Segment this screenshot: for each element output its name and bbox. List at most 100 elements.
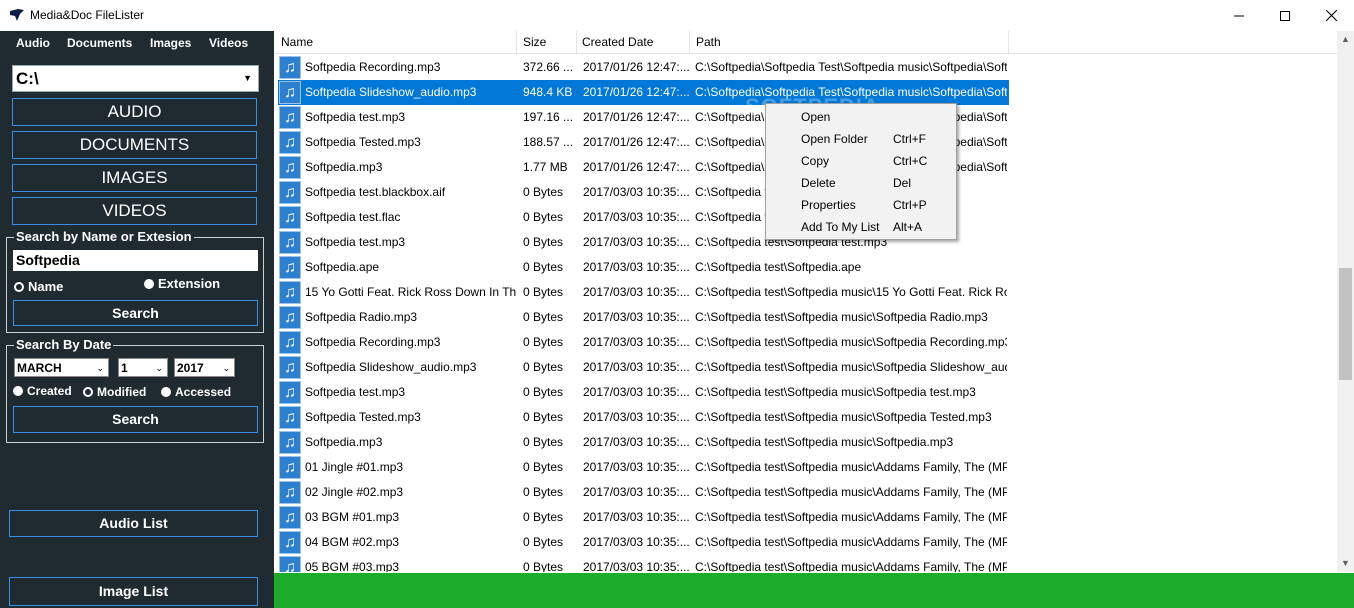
audio-button[interactable]: AUDIO [12, 98, 257, 126]
context-menu-item[interactable]: Copy Ctrl+C [767, 150, 955, 172]
year-value: 2017 [177, 361, 204, 375]
cell-size: 0 Bytes [523, 260, 564, 274]
music-file-icon: ♫ [279, 281, 301, 304]
cell-size: 197.16 ... [523, 110, 574, 124]
radio-name[interactable]: Name [14, 279, 63, 294]
radio-extension[interactable]: Extension [144, 276, 220, 291]
maximize-button[interactable] [1262, 0, 1308, 31]
music-file-icon: ♫ [279, 556, 301, 572]
cell-name: Softpedia test.mp3 [305, 235, 406, 249]
context-menu-item[interactable]: Delete Del [767, 172, 955, 194]
documents-button[interactable]: DOCUMENTS [12, 131, 257, 159]
audio-list-button[interactable]: Audio List [9, 510, 258, 537]
radio-circle-icon [161, 387, 171, 397]
table-row[interactable]: ♫ Softpedia.ape 0 Bytes 2017/03/03 10:35:..… [278, 255, 1009, 280]
search-name-button[interactable]: Search [13, 300, 258, 326]
year-select[interactable]: 2017 ⌄ [174, 358, 235, 377]
context-menu-item[interactable]: Add To My List Alt+A [767, 216, 955, 238]
status-bar [274, 573, 1354, 608]
table-row[interactable]: ♫ Softpedia Slideshow_audio.mp3 948.4 KB 20… [278, 80, 1009, 105]
table-row[interactable]: ♫ Softpedia Slideshow_audio.mp3 0 Bytes 201… [278, 355, 1009, 380]
table-row[interactable]: ♫ Softpedia Radio.mp3 0 Bytes 2017/03/03 10… [278, 305, 1009, 330]
table-row[interactable]: ♫ Softpedia Tested.mp3 0 Bytes 2017/03/03 1… [278, 405, 1009, 430]
menu-documents[interactable]: Documents [67, 36, 132, 50]
radio-accessed[interactable]: Accessed [161, 385, 231, 399]
table-row[interactable]: ♫ Softpedia.mp3 0 Bytes 2017/03/03 10:35:..… [278, 430, 1009, 455]
music-file-icon: ♫ [279, 131, 301, 154]
image-list-button[interactable]: Image List [9, 577, 258, 606]
cell-name: Softpedia test.mp3 [305, 385, 406, 399]
column-divider[interactable] [1008, 31, 1009, 54]
context-menu-item[interactable]: Properties Ctrl+P [767, 194, 955, 216]
table-row[interactable]: ♫ Softpedia Recording.mp3 372.66 ... 2017/0… [278, 55, 1009, 80]
radio-circle-icon [83, 387, 93, 397]
column-header-created[interactable]: Created Date [582, 35, 653, 49]
table-row[interactable]: ♫ Softpedia test.mp3 0 Bytes 2017/03/03 10:… [278, 380, 1009, 405]
menu-images[interactable]: Images [150, 36, 191, 50]
images-button[interactable]: IMAGES [12, 164, 257, 192]
cell-name: 05 BGM #03.mp3 [305, 560, 400, 572]
cell-created-date: 2017/03/03 10:35:... [583, 335, 690, 349]
cell-name: Softpedia test.flac [305, 210, 401, 224]
cell-size: 0 Bytes [523, 310, 564, 324]
search-date-button[interactable]: Search [13, 406, 258, 433]
drive-select[interactable]: C:\ ▼ [12, 65, 259, 92]
app-logo-icon [10, 9, 24, 21]
radio-modified-label: Modified [97, 385, 147, 399]
music-file-icon: ♫ [279, 481, 301, 504]
table-row[interactable]: ♫ Softpedia Recording.mp3 0 Bytes 2017/03/0… [278, 330, 1009, 355]
cell-size: 0 Bytes [523, 210, 564, 224]
table-row[interactable]: ♫ 05 BGM #03.mp3 0 Bytes 2017/03/03 10:35:.… [278, 555, 1009, 572]
radio-created[interactable]: Created [13, 384, 72, 398]
music-file-icon: ♫ [279, 406, 301, 429]
search-name-input[interactable]: Softpedia [13, 250, 258, 271]
cell-created-date: 2017/01/26 12:47:... [583, 160, 690, 174]
vertical-scrollbar[interactable]: ▲ ▼ [1337, 31, 1354, 572]
column-header-name[interactable]: Name [281, 35, 313, 49]
scroll-up-icon[interactable]: ▲ [1341, 34, 1350, 44]
column-header-size[interactable]: Size [523, 35, 546, 49]
table-row[interactable]: ♫ 04 BGM #02.mp3 0 Bytes 2017/03/03 10:35:.… [278, 530, 1009, 555]
title-bar: Media&Doc FileLister [0, 0, 1354, 31]
table-header: Name Size Created Date Path [274, 31, 1337, 54]
cell-size: 0 Bytes [523, 285, 564, 299]
videos-button[interactable]: VIDEOS [12, 197, 257, 225]
radio-modified[interactable]: Modified [83, 385, 146, 399]
cell-name: 15 Yo Gotti Feat. Rick Ross Down In Th..… [305, 285, 517, 299]
cell-name: Softpedia.mp3 [305, 435, 383, 449]
context-menu: Open Open Folder Ctrl+F Copy Ctrl+C Delete Del… [765, 103, 957, 240]
close-button[interactable] [1308, 0, 1354, 31]
context-menu-item[interactable]: Open Folder Ctrl+F [767, 128, 955, 150]
music-file-icon: ♫ [279, 106, 301, 129]
column-divider[interactable] [516, 31, 517, 54]
cell-path: C:\Softpedia test\Softpedia music\Addams… [695, 485, 1007, 499]
cell-name: Softpedia Recording.mp3 [305, 60, 441, 74]
cell-created-date: 2017/03/03 10:35:... [583, 360, 690, 374]
cell-name: Softpedia.mp3 [305, 160, 383, 174]
menu-item-label: Add To My List [801, 220, 880, 234]
cell-name: 03 BGM #01.mp3 [305, 510, 400, 524]
cell-created-date: 2017/03/03 10:35:... [583, 210, 690, 224]
menu-item-shortcut: Ctrl+C [893, 154, 928, 168]
month-select[interactable]: MARCH ⌄ [14, 358, 109, 377]
scrollbar-thumb[interactable] [1339, 268, 1352, 380]
table-row[interactable]: ♫ 01 Jingle #01.mp3 0 Bytes 2017/03/03 10:3… [278, 455, 1009, 480]
cell-created-date: 2017/01/26 12:47:... [583, 85, 690, 99]
day-select[interactable]: 1 ⌄ [118, 358, 168, 377]
name-search-group: Search by Name or Extesion Softpedia Nam… [6, 229, 264, 333]
scroll-down-icon[interactable]: ▼ [1341, 558, 1350, 568]
table-row[interactable]: ♫ 03 BGM #01.mp3 0 Bytes 2017/03/03 10:35:.… [278, 505, 1009, 530]
menu-audio[interactable]: Audio [16, 36, 50, 50]
column-divider[interactable] [576, 31, 577, 54]
table-row[interactable]: ♫ 15 Yo Gotti Feat. Rick Ross Down In Th.… [278, 280, 1009, 305]
menu-videos[interactable]: Videos [209, 36, 248, 50]
table-row[interactable]: ♫ 02 Jingle #02.mp3 0 Bytes 2017/03/03 10:3… [278, 480, 1009, 505]
music-file-icon: ♫ [279, 156, 301, 179]
cell-name: Softpedia Tested.mp3 [305, 410, 421, 424]
minimize-button[interactable] [1216, 0, 1262, 31]
cell-name: 01 Jingle #01.mp3 [305, 460, 404, 474]
column-header-path[interactable]: Path [696, 35, 721, 49]
chevron-down-icon: ▼ [243, 73, 252, 83]
column-divider[interactable] [689, 31, 690, 54]
context-menu-item[interactable]: Open [767, 106, 955, 128]
